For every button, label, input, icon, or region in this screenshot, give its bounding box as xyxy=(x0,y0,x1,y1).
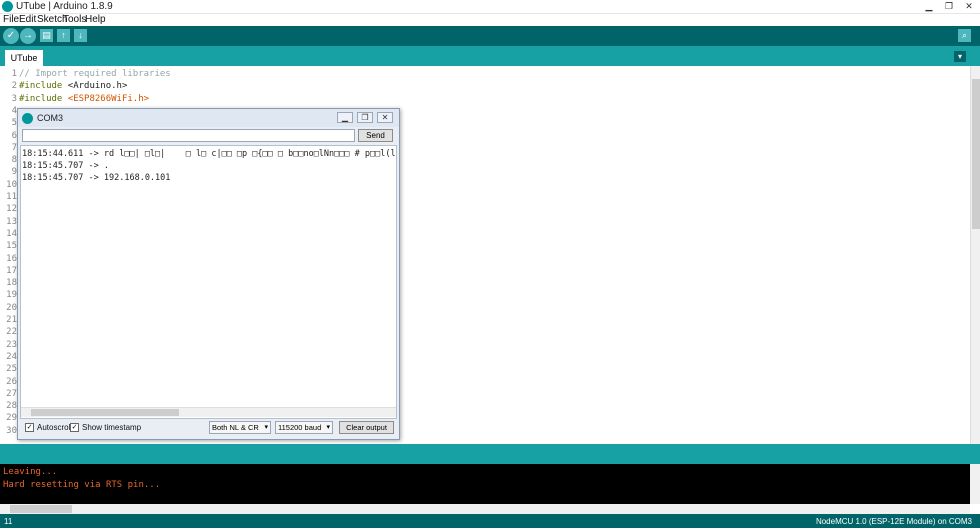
chevron-down-icon: ▾ xyxy=(264,424,268,431)
line-number: 5 xyxy=(11,118,17,129)
line-number: 17 xyxy=(6,265,17,276)
menu-edit[interactable]: Edit xyxy=(19,14,36,25)
menu-help[interactable]: Help xyxy=(85,14,106,25)
console-divider[interactable] xyxy=(0,444,980,464)
console-output: Leaving... Hard resetting via RTS pin... xyxy=(0,464,970,504)
code-line: #include <ESP8266WiFi.h> xyxy=(19,94,149,104)
serial-send-input[interactable] xyxy=(22,129,355,142)
scrollbar-thumb[interactable] xyxy=(31,409,179,416)
status-board: NodeMCU 1.0 (ESP-12E Module) on COM3 xyxy=(815,517,972,526)
autoscroll-checkbox[interactable]: ✓ xyxy=(25,423,34,432)
line-number: 13 xyxy=(6,216,17,227)
save-sketch-button[interactable]: ↓ xyxy=(74,29,87,42)
code-line: #include <Arduino.h> xyxy=(19,81,127,91)
arduino-logo-icon xyxy=(22,113,33,124)
serial-output-line: 18:15:45.707 -> . xyxy=(22,161,109,171)
editor-vertical-scrollbar[interactable] xyxy=(970,66,980,444)
console-line: Leaving... xyxy=(3,467,58,477)
code-line: // Import required libraries xyxy=(19,69,171,79)
status-bar: 11 NodeMCU 1.0 (ESP-12E Module) on COM3 xyxy=(0,514,980,528)
scrollbar-thumb[interactable] xyxy=(10,505,72,513)
line-number: 26 xyxy=(6,376,17,387)
serial-title-bar: COM3 ▁ ❐ ✕ xyxy=(18,109,399,127)
line-number: 24 xyxy=(6,351,17,362)
menu-file[interactable]: File xyxy=(3,14,19,25)
scrollbar-thumb[interactable] xyxy=(972,79,980,229)
baud-rate-value: 115200 baud xyxy=(278,423,322,432)
minimize-button[interactable]: ▁ xyxy=(922,1,936,12)
line-number: 1 xyxy=(11,69,17,79)
line-number: 19 xyxy=(6,290,17,301)
line-number: 14 xyxy=(6,228,17,239)
serial-output-line: 18:15:44.611 -> rd l□□| □l□| □ l□ c|□□ □… xyxy=(22,149,397,159)
line-number: 10 xyxy=(6,179,17,190)
open-sketch-button[interactable]: ↑ xyxy=(57,29,70,42)
arduino-logo-icon xyxy=(2,1,13,12)
serial-monitor-button[interactable]: ⌕ xyxy=(958,29,971,42)
line-number: 4 xyxy=(11,105,17,116)
line-number: 6 xyxy=(11,130,17,141)
show-timestamp-label: Show timestamp xyxy=(82,423,142,432)
line-number: 27 xyxy=(6,388,17,399)
line-number: 21 xyxy=(6,315,17,325)
serial-output-line: 18:15:45.707 -> 192.168.0.101 xyxy=(22,173,171,183)
maximize-button[interactable]: ❐ xyxy=(942,1,956,12)
console-horizontal-scrollbar[interactable] xyxy=(0,504,970,514)
line-number: 12 xyxy=(6,204,17,215)
status-line-number: 11 xyxy=(4,517,13,526)
close-button[interactable]: ✕ xyxy=(962,1,976,12)
baud-rate-select[interactable]: 115200 baud ▾ xyxy=(275,421,333,434)
line-number: 18 xyxy=(6,278,17,289)
line-number: 22 xyxy=(6,327,17,338)
serial-monitor-window: COM3 ▁ ❐ ✕ Send 18:15:44.611 -> rd l□□| … xyxy=(17,108,400,440)
serial-minimize-button[interactable]: ▁ xyxy=(337,112,353,123)
menu-bar: File Edit Sketch Tools Help xyxy=(0,14,980,26)
serial-maximize-button[interactable]: ❐ xyxy=(357,112,373,123)
clear-output-button[interactable]: Clear output xyxy=(339,421,394,434)
line-number: 16 xyxy=(6,253,17,264)
line-number: 11 xyxy=(6,192,17,202)
code-include-path: <ESP8266WiFi.h> xyxy=(67,93,150,104)
code-keyword: #include xyxy=(19,93,63,104)
chevron-down-icon: ▾ xyxy=(326,424,330,431)
console-line: Hard resetting via RTS pin... xyxy=(3,480,161,490)
line-number: 25 xyxy=(6,364,17,375)
serial-close-button[interactable]: ✕ xyxy=(377,112,393,123)
line-number: 23 xyxy=(6,339,17,350)
line-number: 8 xyxy=(11,155,17,166)
send-button[interactable]: Send xyxy=(358,129,393,142)
new-sketch-button[interactable]: ▤ xyxy=(40,29,53,42)
toolbar: ✓ → ▤ ↑ ↓ ⌕ xyxy=(0,26,980,46)
menu-tools[interactable]: Tools xyxy=(63,14,86,25)
line-number: 30 xyxy=(6,425,17,436)
line-number: 2 xyxy=(11,81,17,92)
line-ending-select[interactable]: Both NL & CR ▾ xyxy=(209,421,271,434)
serial-horizontal-scrollbar[interactable] xyxy=(21,407,396,417)
upload-button[interactable]: → xyxy=(20,28,36,44)
line-ending-value: Both NL & CR xyxy=(212,423,259,432)
line-number: 9 xyxy=(11,167,17,178)
console-vertical-scrollbar[interactable] xyxy=(970,464,980,504)
show-timestamp-checkbox[interactable]: ✓ xyxy=(70,423,79,432)
serial-output-area[interactable]: 18:15:44.611 -> rd l□□| □l□| □ l□ c|□□ □… xyxy=(20,145,397,419)
tab-menu-button[interactable]: ▾ xyxy=(954,51,966,62)
window-title: UTube | Arduino 1.8.9 xyxy=(16,1,113,12)
line-number: 28 xyxy=(6,401,17,412)
serial-window-title: COM3 xyxy=(37,113,64,123)
tab-bar: UTube ▾ xyxy=(0,46,980,66)
line-number: 7 xyxy=(11,142,17,153)
line-number: 3 xyxy=(11,93,17,104)
tab-utube[interactable]: UTube xyxy=(5,50,43,66)
verify-button[interactable]: ✓ xyxy=(3,28,19,44)
title-bar: UTube | Arduino 1.8.9 ▁ ❐ ✕ xyxy=(0,0,980,14)
line-number: 15 xyxy=(6,241,17,252)
autoscroll-label: Autoscroll xyxy=(37,423,73,432)
line-number: 20 xyxy=(6,302,17,313)
line-number: 29 xyxy=(6,413,17,424)
code-keyword: #include xyxy=(19,81,63,92)
code-include-path: <Arduino.h> xyxy=(67,81,128,92)
